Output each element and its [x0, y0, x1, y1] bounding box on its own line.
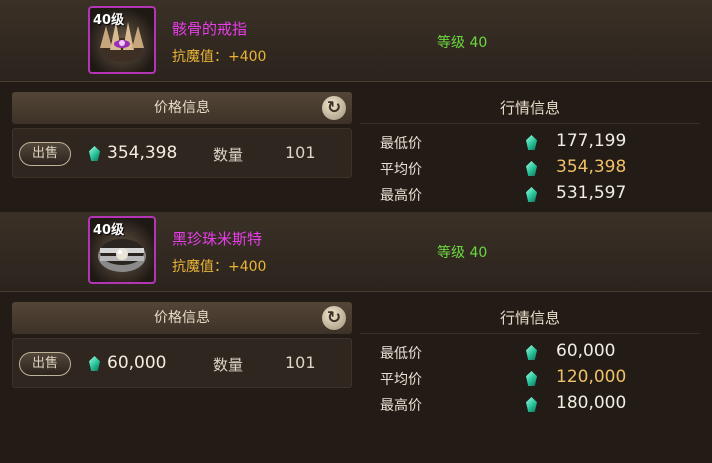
- item-header: 40级 骸骨的戒指 抗魔值：+400 等级 40: [0, 0, 712, 82]
- price-info-header: 价格信息 ↻: [12, 302, 352, 334]
- market-row-average: 平均价 120,000: [360, 365, 700, 391]
- refresh-icon[interactable]: ↻: [322, 306, 346, 330]
- item-icon-slot[interactable]: 40级: [88, 6, 156, 74]
- price-info-title: 价格信息: [154, 100, 210, 116]
- gem-currency-icon: [526, 397, 537, 412]
- sell-price: 354,398: [107, 143, 178, 163]
- listing-black-pearl-ring: 40级 黑珍珠米斯特 抗魔值：+400 等级 40 价格信息 ↻ 出售 60,0…: [0, 210, 712, 420]
- market-value: 354,398: [556, 157, 627, 177]
- item-name[interactable]: 黑珍珠米斯特: [172, 228, 262, 249]
- market-row-max: 最高价 531,597: [360, 181, 700, 207]
- sell-button[interactable]: 出售: [19, 142, 71, 166]
- item-level-badge: 40级: [93, 223, 125, 238]
- gem-currency-icon: [89, 356, 100, 371]
- sell-price: 60,000: [107, 353, 167, 373]
- item-level-badge: 40级: [93, 13, 125, 28]
- market-value: 177,199: [556, 131, 627, 151]
- market-label: 最高价: [380, 398, 422, 414]
- market-label: 平均价: [380, 372, 422, 388]
- gem-currency-icon: [526, 187, 537, 202]
- market-value: 60,000: [556, 341, 616, 361]
- market-label: 平均价: [380, 162, 422, 178]
- market-label: 最高价: [380, 188, 422, 204]
- gem-currency-icon: [526, 161, 537, 176]
- quantity-label: 数量: [213, 356, 244, 374]
- market-value: 531,597: [556, 183, 627, 203]
- item-level-requirement: 等级 40: [437, 35, 488, 51]
- market-info-title: 行情信息: [360, 302, 700, 334]
- quantity-label: 数量: [213, 146, 244, 164]
- market-info-title: 行情信息: [360, 92, 700, 124]
- gem-currency-icon: [526, 135, 537, 150]
- item-stat: 抗魔值：+400: [172, 259, 267, 275]
- market-value: 120,000: [556, 367, 627, 387]
- quantity-value: 101: [285, 353, 316, 372]
- sell-button[interactable]: 出售: [19, 352, 71, 376]
- gem-currency-icon: [89, 146, 100, 161]
- market-label: 最低价: [380, 136, 422, 152]
- item-icon-slot[interactable]: 40级: [88, 216, 156, 284]
- price-row: 出售 354,398 数量 101: [12, 128, 352, 178]
- item-stat: 抗魔值：+400: [172, 49, 267, 65]
- item-name[interactable]: 骸骨的戒指: [172, 18, 247, 39]
- item-level-requirement: 等级 40: [437, 245, 488, 261]
- market-row-max: 最高价 180,000: [360, 391, 700, 417]
- gem-currency-icon: [526, 345, 537, 360]
- market-label: 最低价: [380, 346, 422, 362]
- price-info-title: 价格信息: [154, 310, 210, 326]
- market-value: 180,000: [556, 393, 627, 413]
- gem-currency-icon: [526, 371, 537, 386]
- item-header: 40级 黑珍珠米斯特 抗魔值：+400 等级 40: [0, 212, 712, 292]
- market-row-average: 平均价 354,398: [360, 155, 700, 181]
- price-row: 出售 60,000 数量 101: [12, 338, 352, 388]
- listing-skeleton-ring: 40级 骸骨的戒指 抗魔值：+400 等级 40 价格信息 ↻ 出售 354,3…: [0, 0, 712, 210]
- quantity-value: 101: [285, 143, 316, 162]
- market-row-min: 最低价 60,000: [360, 339, 700, 365]
- refresh-icon[interactable]: ↻: [322, 96, 346, 120]
- price-info-header: 价格信息 ↻: [12, 92, 352, 124]
- market-row-min: 最低价 177,199: [360, 129, 700, 155]
